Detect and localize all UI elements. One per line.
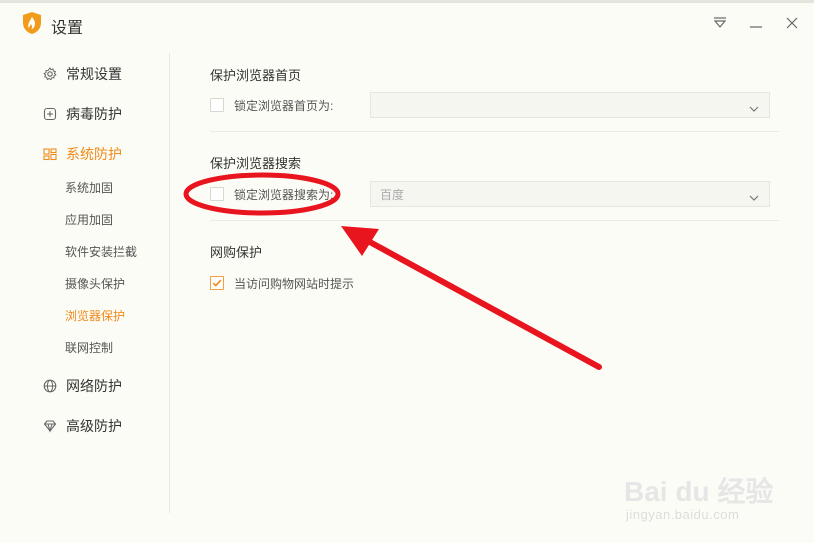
- sidebar-item-label: 常规设置: [66, 66, 122, 82]
- checkmark-icon: [212, 279, 222, 287]
- menu-dropdown-button[interactable]: [709, 12, 731, 34]
- section-divider: [210, 220, 779, 221]
- shopping-alert-label: 当访问购物网站时提示: [234, 277, 355, 291]
- close-icon: [786, 17, 798, 29]
- sidebar-subitem-app-hardening[interactable]: 应用加固: [65, 211, 113, 229]
- shopping-alert-checkbox[interactable]: [210, 276, 224, 290]
- lock-homepage-label: 锁定浏览器首页为:: [234, 99, 334, 113]
- lock-search-checkbox[interactable]: [210, 187, 224, 201]
- sidebar-divider: [169, 53, 170, 513]
- red-arrow-icon: [341, 226, 602, 370]
- sidebar-item-advanced-protection[interactable]: 高级防护: [42, 414, 122, 438]
- sidebar-subitem-system-hardening[interactable]: 系统加固: [65, 179, 113, 197]
- homepage-select[interactable]: [370, 92, 770, 118]
- watermark-url: jingyan.baidu.com: [626, 507, 740, 522]
- annotation-overlay: [183, 172, 602, 370]
- search-section-title: 保护浏览器搜索: [210, 156, 302, 171]
- watermark-logo: Bai du 经验: [624, 476, 774, 507]
- sidebar-subitem-camera-protection[interactable]: 摄像头保护: [65, 275, 125, 293]
- gear-icon: [42, 66, 58, 82]
- sidebar-item-label: 系统防护: [66, 146, 122, 162]
- lock-search-label: 锁定浏览器搜索为:: [234, 188, 334, 202]
- globe-icon: [42, 378, 58, 394]
- plus-square-icon: [42, 106, 58, 122]
- search-engine-select-value: 百度: [380, 188, 405, 202]
- shield-logo-icon: [22, 11, 42, 35]
- sidebar-item-virus-protection[interactable]: 病毒防护: [42, 102, 122, 126]
- title-bar: 设置: [0, 3, 814, 43]
- minimize-icon: [750, 26, 762, 28]
- sidebar-item-network-protection[interactable]: 网络防护: [42, 374, 122, 398]
- diamond-icon: [42, 418, 58, 434]
- menu-triangle-icon: [713, 17, 727, 28]
- window-title: 设置: [51, 20, 84, 37]
- sidebar-subitem-browser-protection[interactable]: 浏览器保护: [65, 307, 125, 325]
- homepage-section-title: 保护浏览器首页: [210, 68, 302, 83]
- sidebar-item-label: 病毒防护: [66, 106, 122, 122]
- sidebar-item-label: 网络防护: [66, 378, 122, 394]
- shopping-section-title: 网购保护: [210, 245, 263, 260]
- sidebar-item-system-protection[interactable]: 系统防护: [42, 142, 122, 166]
- system-icon: [42, 146, 58, 162]
- section-divider: [210, 131, 779, 132]
- lock-homepage-checkbox[interactable]: [210, 98, 224, 112]
- sidebar-subitem-install-block[interactable]: 软件安装拦截: [65, 243, 137, 261]
- chevron-down-icon: [749, 100, 759, 118]
- search-engine-select[interactable]: 百度: [370, 181, 770, 207]
- sidebar-subitem-network-control[interactable]: 联网控制: [65, 339, 113, 357]
- minimize-button[interactable]: [745, 12, 767, 34]
- close-button[interactable]: [781, 12, 803, 34]
- sidebar-item-general-settings[interactable]: 常规设置: [42, 62, 122, 86]
- sidebar-item-label: 高级防护: [66, 418, 122, 434]
- chevron-down-icon: [749, 189, 759, 207]
